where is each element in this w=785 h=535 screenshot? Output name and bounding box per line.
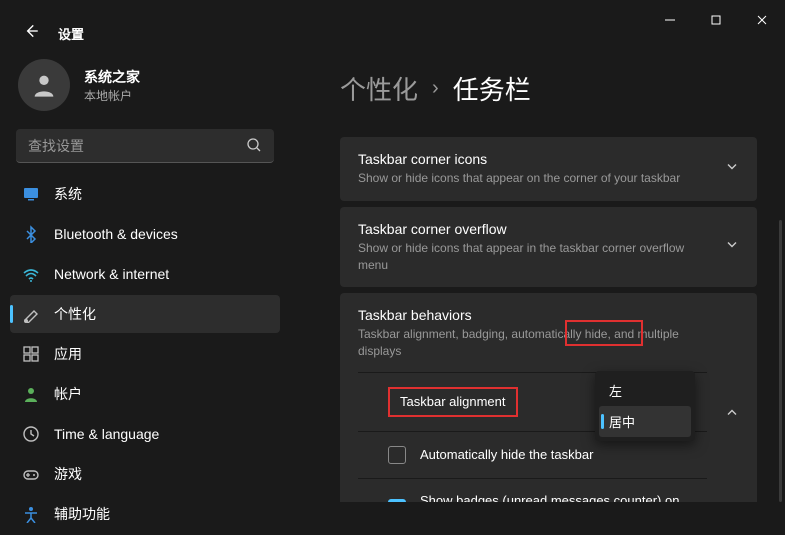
auto-hide-label: Automatically hide the taskbar <box>420 447 593 462</box>
search-icon <box>246 137 262 158</box>
sidebar-item-person[interactable]: 帐户 <box>10 375 280 413</box>
sidebar-item-label: 辅助功能 <box>54 504 110 524</box>
card-taskbar-corner-icons[interactable]: Taskbar corner icons Show or hide icons … <box>340 137 757 201</box>
app-title: 设置 <box>58 24 84 43</box>
cards: Taskbar corner icons Show or hide icons … <box>340 137 757 502</box>
page-title: 任务栏 <box>453 70 531 107</box>
chevron-down-icon <box>725 238 739 257</box>
card-title: Taskbar corner icons <box>358 151 707 167</box>
card-taskbar-corner-overflow[interactable]: Taskbar corner overflow Show or hide ico… <box>340 207 757 288</box>
gamepad-icon <box>22 465 40 483</box>
breadcrumb: 个性化 › 任务栏 <box>340 70 757 107</box>
card-taskbar-behaviors[interactable]: Taskbar behaviors Taskbar alignment, bad… <box>340 293 757 502</box>
monitor-icon <box>22 185 40 203</box>
sidebar-item-gamepad[interactable]: 游戏 <box>10 455 280 493</box>
row-show-badges[interactable]: Show badges (unread messages counter) on… <box>358 479 707 502</box>
person-icon <box>22 385 40 403</box>
brush-icon <box>22 305 40 323</box>
sidebar-item-wifi[interactable]: Network & internet <box>10 255 280 293</box>
sidebar-item-grid[interactable]: 应用 <box>10 335 280 373</box>
chevron-up-icon <box>725 406 739 425</box>
chevron-right-icon: › <box>432 77 439 100</box>
avatar <box>18 59 70 111</box>
taskbar-alignment-label: Taskbar alignment <box>388 387 518 417</box>
main-panel: 个性化 › 任务栏 Taskbar corner icons Show or h… <box>290 40 785 502</box>
nav-list: 系统 Bluetooth & devices Network & internet 个… <box>10 175 280 535</box>
grid-icon <box>22 345 40 363</box>
clock-icon <box>22 425 40 443</box>
close-button[interactable] <box>739 4 785 36</box>
sidebar-item-label: Bluetooth & devices <box>54 226 178 242</box>
user-account-type: 本地帐户 <box>84 87 140 104</box>
card-title: Taskbar behaviors <box>358 307 707 323</box>
search-box <box>16 129 274 163</box>
minimize-button[interactable] <box>647 4 693 36</box>
show-badges-label: Show badges (unread messages counter) on… <box>420 493 680 502</box>
wifi-icon <box>22 265 40 283</box>
sidebar-item-label: 个性化 <box>54 304 96 324</box>
breadcrumb-parent[interactable]: 个性化 <box>340 70 418 107</box>
search-input[interactable] <box>16 129 274 163</box>
sidebar: 系统之家 本地帐户 系统 Bluetooth & devices Network &… <box>0 40 290 502</box>
card-subtitle: Show or hide icons that appear on the co… <box>358 170 707 187</box>
sidebar-item-brush[interactable]: 个性化 <box>10 295 280 333</box>
sidebar-item-accessibility[interactable]: 辅助功能 <box>10 495 280 533</box>
card-subtitle: Taskbar alignment, badging, automaticall… <box>358 326 707 360</box>
accessibility-icon <box>22 505 40 523</box>
sidebar-item-label: 系统 <box>54 184 82 204</box>
row-auto-hide[interactable]: Automatically hide the taskbar <box>358 432 707 479</box>
sidebar-item-label: 应用 <box>54 344 82 364</box>
alignment-option-left[interactable]: 左 <box>599 375 691 406</box>
checkbox-auto-hide[interactable] <box>388 446 406 464</box>
sidebar-item-clock[interactable]: Time & language <box>10 415 280 453</box>
maximize-button[interactable] <box>693 4 739 36</box>
user-name: 系统之家 <box>84 67 140 87</box>
scrollbar[interactable] <box>779 220 782 502</box>
back-button[interactable] <box>22 22 40 45</box>
bluetooth-icon <box>22 225 40 243</box>
card-title: Taskbar corner overflow <box>358 221 707 237</box>
sidebar-item-label: 游戏 <box>54 464 82 484</box>
row-taskbar-alignment: Taskbar alignment 左 居中 <box>358 373 707 432</box>
user-block[interactable]: 系统之家 本地帐户 <box>10 55 280 129</box>
sidebar-item-label: Time & language <box>54 426 159 442</box>
titlebar <box>0 0 785 40</box>
alignment-dropdown[interactable]: 左 居中 <box>595 371 695 441</box>
chevron-down-icon <box>725 159 739 178</box>
sidebar-item-label: Network & internet <box>54 266 169 282</box>
card-subtitle: Show or hide icons that appear in the ta… <box>358 240 707 274</box>
sidebar-item-label: 帐户 <box>54 384 82 404</box>
sidebar-item-monitor[interactable]: 系统 <box>10 175 280 213</box>
header: 设置 <box>22 22 84 45</box>
sidebar-item-bluetooth[interactable]: Bluetooth & devices <box>10 215 280 253</box>
